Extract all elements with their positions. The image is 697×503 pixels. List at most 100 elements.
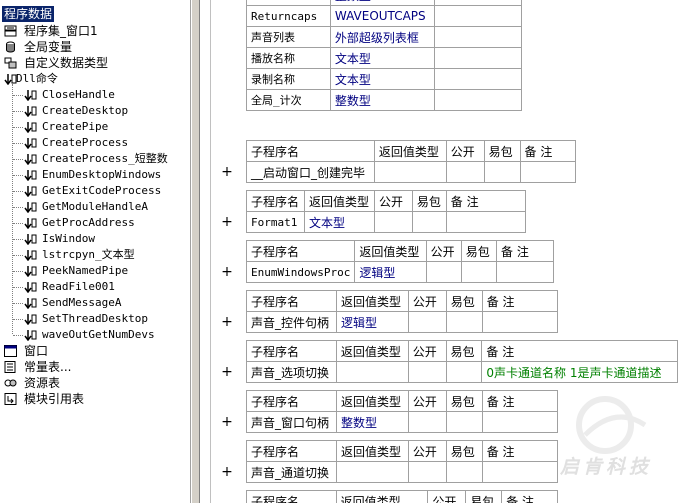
subroutine-return-type[interactable]: 逻辑型 bbox=[354, 261, 427, 283]
header-return-type: 返回值类型 bbox=[354, 240, 427, 262]
header-name: 子程序名 bbox=[245, 240, 356, 262]
module-reference-icon bbox=[4, 393, 17, 405]
subroutine-return-type[interactable] bbox=[335, 361, 409, 383]
subroutine-note[interactable] bbox=[481, 411, 559, 433]
assembly-icon bbox=[4, 25, 17, 37]
dll-command-icon bbox=[24, 218, 37, 229]
header-note: 备 注 bbox=[481, 390, 559, 412]
subroutine-name[interactable]: Format1 bbox=[246, 211, 305, 233]
subroutine-easy-pack[interactable] bbox=[445, 411, 483, 433]
subroutine-name[interactable]: 声音_窗口句柄 bbox=[246, 411, 337, 433]
subroutine-note[interactable] bbox=[519, 161, 576, 183]
tree-guide-branch bbox=[13, 287, 23, 288]
header-return-type: 返回值类型 bbox=[303, 190, 375, 212]
code-editor[interactable]: hButton整数型ReturncapsWAVEOUTCAPS声音列表外部超级列… bbox=[200, 0, 697, 503]
subroutine-public[interactable] bbox=[407, 361, 447, 383]
expand-subroutine-button[interactable]: + bbox=[220, 165, 234, 179]
tree-item-label: IsWindow bbox=[42, 232, 95, 245]
dll-command-icon bbox=[24, 154, 37, 165]
tree-item-label: CreateProcess_短整数 bbox=[42, 152, 168, 165]
subroutine-public[interactable] bbox=[425, 261, 462, 283]
subroutine-row[interactable]: 声音_通道切换 bbox=[246, 461, 559, 483]
tree-node-label: 自定义数据类型 bbox=[24, 56, 109, 70]
subroutine-header-partial: 子程序名 返回值类型 公开 易包 备 注 bbox=[246, 490, 558, 503]
subroutine-easy-pack[interactable] bbox=[445, 311, 483, 333]
subroutine-return-type[interactable]: 文本型 bbox=[303, 211, 375, 233]
header-easy-pack: 易包 bbox=[460, 240, 498, 262]
expand-subroutine-button[interactable]: + bbox=[220, 465, 234, 479]
subroutine-return-type[interactable]: 整数型 bbox=[335, 411, 409, 433]
subroutine-note[interactable] bbox=[481, 311, 559, 333]
subroutine-name[interactable]: 声音_通道切换 bbox=[246, 461, 337, 483]
tree-guide-branch bbox=[13, 175, 23, 176]
subroutine-public[interactable] bbox=[373, 211, 413, 233]
subroutine-public[interactable] bbox=[407, 461, 447, 483]
subroutine-return-type[interactable] bbox=[335, 461, 409, 483]
dll-command-icon bbox=[24, 282, 37, 293]
header-name: 子程序名 bbox=[246, 440, 337, 462]
header-return-type: 返回值类型 bbox=[335, 490, 429, 503]
subroutine-name[interactable]: 声音_选项切换 bbox=[246, 361, 337, 383]
tree-item-label: EnumDesktopWindows bbox=[42, 168, 162, 181]
dll-command-icon bbox=[24, 170, 37, 181]
subroutine-easy-pack[interactable] bbox=[483, 161, 521, 183]
header-note: 备 注 bbox=[519, 140, 576, 162]
subroutine-row[interactable]: __启动窗口_创建完毕 bbox=[246, 161, 576, 183]
subroutine-row[interactable]: 声音_窗口句柄 整数型 bbox=[246, 411, 559, 433]
subroutine-table: 子程序名 返回值类型 公开 易包备 注 Format1 文本型 bbox=[246, 190, 527, 233]
subroutine-header-row: 子程序名 返回值类型 公开 易包备 注 bbox=[246, 340, 678, 362]
subroutine-name[interactable]: EnumWindowsProc bbox=[245, 261, 356, 283]
expand-subroutine-button[interactable]: + bbox=[220, 415, 234, 429]
header-easy-pack: 易包 bbox=[445, 290, 483, 312]
subroutine-note[interactable]: 0声卡通道名称 1是声卡通道描述 bbox=[481, 361, 678, 383]
expand-subroutine-button[interactable]: + bbox=[220, 315, 234, 329]
subroutine-easy-pack[interactable] bbox=[411, 211, 447, 233]
global-variable-row[interactable]: 播放名称 文本型 bbox=[246, 47, 523, 69]
subroutine-easy-pack[interactable] bbox=[445, 361, 483, 383]
global-variable-row[interactable]: Returncaps WAVEOUTCAPS bbox=[246, 5, 523, 27]
global-variable-table: hButton整数型ReturncapsWAVEOUTCAPS声音列表外部超级列… bbox=[246, 0, 523, 111]
subroutine-row[interactable]: Format1 文本型 bbox=[246, 211, 527, 233]
pane-splitter[interactable] bbox=[191, 0, 200, 503]
subroutine-row[interactable]: EnumWindowsProc 逻辑型 bbox=[245, 261, 554, 283]
header-note: 备 注 bbox=[481, 290, 559, 312]
subroutine-header-row: 子程序名 返回值类型 公开 易包备 注 bbox=[246, 190, 527, 212]
subroutine-public[interactable] bbox=[407, 311, 447, 333]
subroutine-note[interactable] bbox=[496, 261, 554, 283]
variable-extra bbox=[433, 26, 523, 48]
tree-node-label: 窗口 bbox=[24, 344, 49, 358]
tree-node-label: 程序集_窗口1 bbox=[24, 24, 98, 38]
subroutine-easy-pack[interactable] bbox=[460, 261, 498, 283]
expand-subroutine-button[interactable]: + bbox=[220, 215, 234, 229]
header-name: 子程序名 bbox=[246, 340, 337, 362]
tree-item-label: PeekNamedPipe bbox=[42, 264, 129, 277]
expand-subroutine-button[interactable]: + bbox=[220, 265, 234, 279]
header-easy-pack: 易包 bbox=[465, 490, 503, 503]
global-variable-row[interactable]: 全局_计次 整数型 bbox=[246, 89, 523, 111]
header-name: 子程序名 bbox=[246, 140, 375, 162]
subroutine-table: 子程序名 返回值类型 公开 易包备 注声音_窗口句柄 整数型 bbox=[246, 390, 559, 433]
tree-guide-branch bbox=[13, 303, 23, 304]
subroutine-note[interactable] bbox=[481, 461, 559, 483]
subroutine-return-type[interactable]: 逻辑型 bbox=[335, 311, 409, 333]
expand-subroutine-button[interactable]: + bbox=[220, 365, 234, 379]
subroutine-public[interactable] bbox=[445, 161, 485, 183]
dll-command-icon bbox=[24, 330, 37, 341]
subroutine-name[interactable]: __启动窗口_创建完毕 bbox=[246, 161, 375, 183]
subroutine-note[interactable] bbox=[445, 211, 527, 233]
subroutine-return-type[interactable] bbox=[373, 161, 447, 183]
global-variable-row[interactable]: 录制名称 文本型 bbox=[246, 68, 523, 90]
global-variable-row[interactable]: 声音列表 外部超级列表框 bbox=[246, 26, 523, 48]
subroutine-row[interactable]: 声音_选项切换 0声卡通道名称 1是声卡通道描述 bbox=[246, 361, 678, 383]
subroutine-public[interactable] bbox=[407, 411, 447, 433]
watermark-text: 启肯科技 bbox=[560, 456, 653, 478]
subroutine-easy-pack[interactable] bbox=[445, 461, 483, 483]
header-return-type: 返回值类型 bbox=[335, 390, 409, 412]
header-note: 备 注 bbox=[501, 490, 558, 503]
variable-name: 声音列表 bbox=[246, 26, 331, 48]
subroutine-row[interactable]: 声音_控件句柄 逻辑型 bbox=[246, 311, 559, 333]
tree-guide-branch bbox=[13, 95, 23, 96]
subroutine-name[interactable]: 声音_控件句柄 bbox=[246, 311, 337, 333]
program-data-tree[interactable]: 程序数据 程序集_窗口1 全局变量 自定义数据类型 Dll命令 CloseHan… bbox=[0, 0, 191, 503]
custom-type-icon bbox=[4, 57, 17, 69]
